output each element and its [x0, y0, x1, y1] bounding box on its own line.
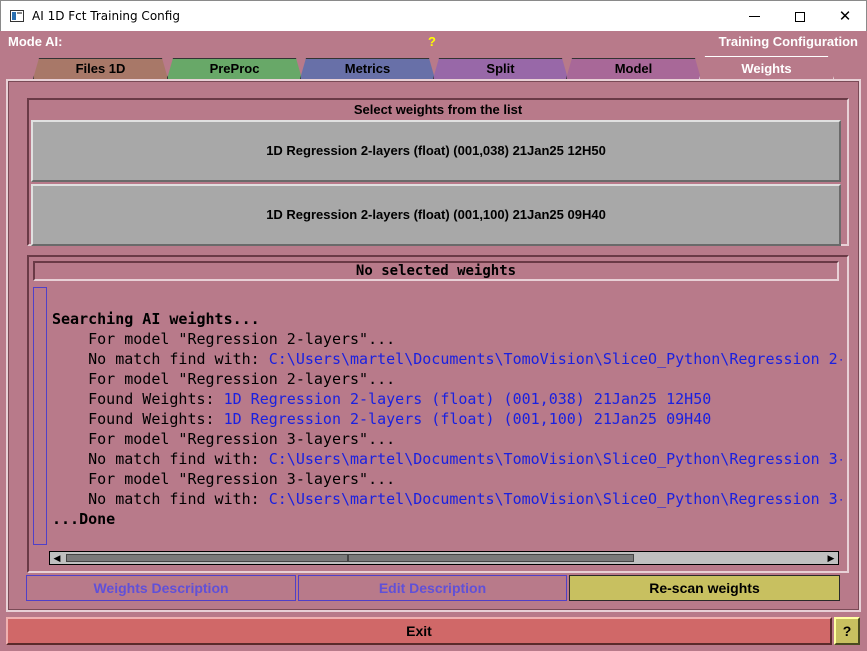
- log-line: Searching AI weights...: [52, 309, 842, 329]
- tab-split[interactable]: Split: [433, 58, 568, 79]
- tab-weights[interactable]: Weights: [699, 56, 834, 80]
- log-line-text: For model "Regression 3-layers"...: [52, 430, 396, 448]
- close-button[interactable]: ✕: [822, 1, 867, 31]
- log-line-text: Found Weights:: [52, 390, 224, 408]
- scroll-thumb[interactable]: [66, 554, 348, 562]
- tab-model[interactable]: Model: [566, 58, 701, 79]
- log-line: For model "Regression 2-layers"...: [52, 329, 842, 349]
- window-title: AI 1D Fct Training Config: [32, 9, 180, 23]
- vertical-scrollbar[interactable]: [33, 287, 47, 545]
- exit-help-button[interactable]: ?: [834, 617, 860, 645]
- horizontal-scrollbar[interactable]: ◀ ▶: [49, 551, 839, 565]
- log-line-value: 1D Regression 2-layers (float) (001,100)…: [223, 410, 712, 428]
- close-icon: ✕: [838, 7, 852, 25]
- weights-list-item[interactable]: 1D Regression 2-layers (float) (001,038)…: [31, 120, 841, 182]
- mode-label: Mode AI:: [8, 34, 63, 49]
- log-line-text: For model "Regression 2-layers"...: [52, 330, 396, 348]
- log-line-text: No match find with:: [52, 450, 269, 468]
- header-help-button[interactable]: ?: [428, 34, 436, 49]
- weights-description-button[interactable]: Weights Description: [26, 575, 296, 601]
- log-line-text: No match find with:: [52, 350, 269, 368]
- log-line: For model "Regression 2-layers"...: [52, 369, 842, 389]
- log-line: No match find with: C:\Users\martel\Docu…: [52, 449, 842, 469]
- log-line: No match find with: C:\Users\martel\Docu…: [52, 489, 842, 509]
- log-line: For model "Regression 3-layers"...: [52, 429, 842, 449]
- log-line: No match find with: C:\Users\martel\Docu…: [52, 349, 842, 369]
- app-header: Mode AI: ? Training Configuration: [0, 31, 867, 53]
- scroll-right-icon[interactable]: ▶: [824, 552, 838, 564]
- page-title: Training Configuration: [718, 34, 858, 49]
- log-line: Found Weights: 1D Regression 2-layers (f…: [52, 409, 842, 429]
- exit-button[interactable]: Exit: [6, 617, 832, 645]
- weights-panel: Select weights from the list 1D Regressi…: [6, 79, 861, 612]
- log-line-text: For model "Regression 3-layers"...: [52, 470, 396, 488]
- log-line-text: Searching AI weights...: [52, 310, 260, 328]
- log-line: Found Weights: 1D Regression 2-layers (f…: [52, 389, 842, 409]
- log-line-text: Found Weights:: [52, 410, 224, 428]
- rescan-weights-button[interactable]: Re-scan weights: [569, 575, 840, 601]
- log-frame: No selected weights Searching AI weights…: [27, 255, 849, 573]
- log-line-value: C:\Users\martel\Documents\TomoVision\Sli…: [268, 350, 842, 368]
- weights-list-item[interactable]: 1D Regression 2-layers (float) (001,100)…: [31, 184, 841, 246]
- log-line: ...Done: [52, 509, 842, 529]
- minimize-icon: [748, 16, 760, 17]
- maximize-icon: [795, 11, 805, 22]
- tab-preproc[interactable]: PreProc: [167, 58, 302, 79]
- log-line-value: C:\Users\martel\Documents\TomoVision\Sli…: [268, 450, 842, 468]
- edit-description-button[interactable]: Edit Description: [298, 575, 567, 601]
- action-buttons: Weights Description Edit Description Re-…: [26, 575, 842, 603]
- log-line-text: For model "Regression 2-layers"...: [52, 370, 396, 388]
- log-line-value: C:\Users\martel\Documents\TomoVision\Sli…: [268, 490, 842, 508]
- scroll-left-icon[interactable]: ◀: [50, 552, 64, 564]
- maximize-button[interactable]: [777, 1, 823, 31]
- tab-metrics[interactable]: Metrics: [300, 58, 435, 79]
- weights-list-title: Select weights from the list: [353, 102, 523, 117]
- window-titlebar: AI 1D Fct Training Config ✕: [0, 0, 867, 31]
- log-line-value: 1D Regression 2-layers (float) (001,038)…: [223, 390, 712, 408]
- weights-list-frame: Select weights from the list 1D Regressi…: [27, 98, 849, 246]
- selection-status: No selected weights: [33, 261, 839, 281]
- tab-bar: Files 1D PreProc Metrics Split Model Wei…: [0, 56, 867, 80]
- log-output: Searching AI weights... For model "Regre…: [52, 309, 842, 545]
- scroll-thumb[interactable]: [348, 554, 634, 562]
- log-line-text: ...Done: [52, 510, 116, 528]
- log-line: For model "Regression 3-layers"...: [52, 469, 842, 489]
- app-icon: [10, 10, 24, 22]
- log-line-text: No match find with:: [52, 490, 269, 508]
- tab-files-1d[interactable]: Files 1D: [33, 58, 168, 79]
- minimize-button[interactable]: [731, 1, 777, 31]
